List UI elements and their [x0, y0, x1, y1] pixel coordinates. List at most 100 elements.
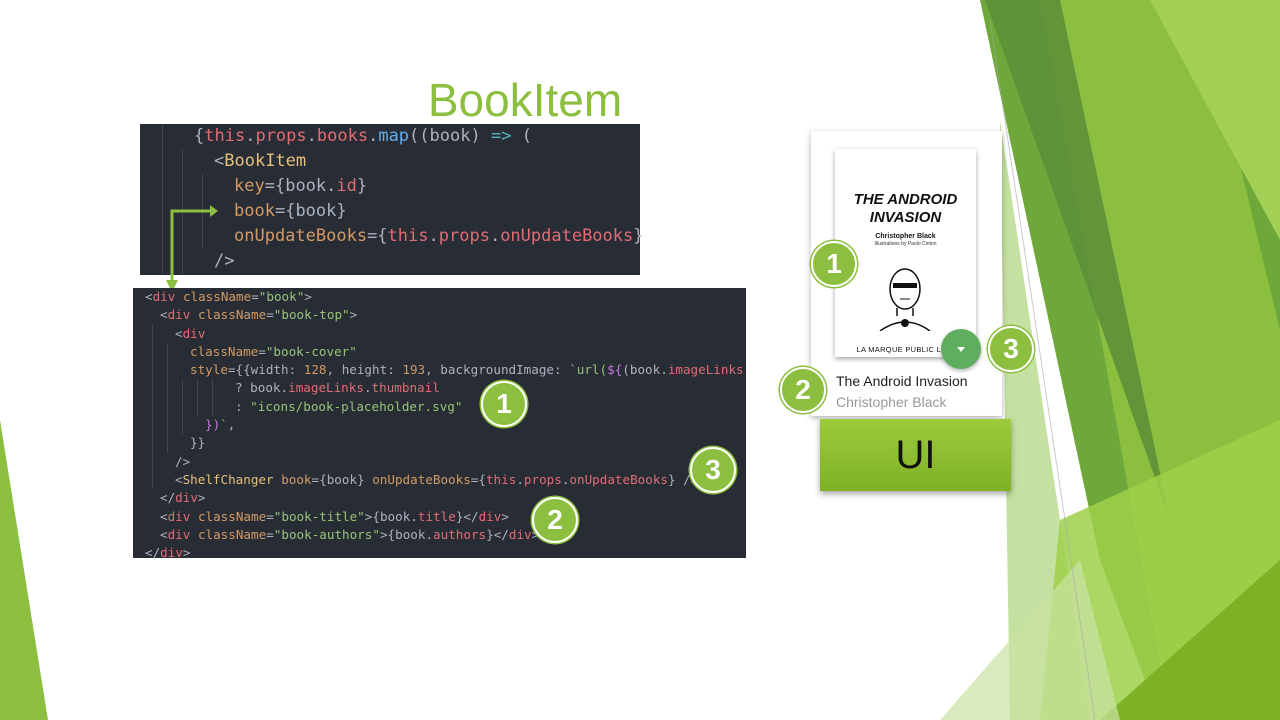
code-token: book — [250, 380, 281, 396]
code-line: {this.props.books.map((book) => ( — [154, 124, 640, 149]
code-token: ={ — [264, 176, 286, 196]
code-token: . — [326, 176, 337, 196]
arrow-icon — [166, 205, 218, 292]
book-cover[interactable]: THE ANDROID INVASION Christopher Black I… — [835, 149, 976, 357]
code-token: div — [182, 325, 206, 341]
code-token: > — [197, 490, 206, 506]
code-token: => — [490, 126, 512, 146]
code-line: className="book-cover" — [145, 342, 746, 362]
code-token: className — [197, 526, 267, 542]
code-token: } — [336, 201, 347, 221]
code-token: . — [660, 362, 668, 378]
code-token: = — [251, 289, 259, 304]
code-token: props — [255, 126, 307, 146]
code-token: props — [438, 226, 490, 246]
code-token: "book-top" — [273, 307, 350, 323]
code-token: height — [341, 362, 388, 378]
badge-3-ui: 3 — [988, 326, 1034, 372]
code-line: </div> — [145, 489, 746, 507]
badge-1: 1 — [481, 381, 527, 427]
code-line: ? book.imageLinks.thumbnail — [145, 379, 746, 398]
code-token: < — [214, 151, 225, 171]
code-token: backgroundImage — [440, 362, 555, 378]
code-line: <div className="book-title">{book.title}… — [145, 508, 746, 526]
code-token: . — [425, 526, 434, 542]
code-token: . — [489, 226, 501, 246]
code-token: BookItem — [224, 151, 307, 171]
book-authors: Christopher Black — [836, 394, 947, 410]
code-token: } — [357, 471, 373, 487]
code-line: key={book.id} — [154, 174, 640, 199]
code-token: < — [160, 307, 168, 323]
code-token: . — [428, 226, 439, 246]
code-token: . — [306, 126, 317, 146]
code-token: { — [194, 126, 205, 146]
code-line: <div className="book-top"> — [145, 306, 746, 324]
code-token: book — [281, 471, 312, 487]
code-token: = — [266, 508, 274, 524]
code-token: title — [417, 508, 456, 524]
code-token: book — [234, 201, 275, 221]
code-token: book — [429, 126, 471, 146]
code-token: . — [280, 380, 289, 396]
code-token: div — [167, 526, 191, 542]
code-token: "book-cover" — [265, 343, 357, 359]
code-token: ` — [220, 417, 228, 433]
badge-1-ui: 1 — [811, 241, 857, 287]
code-token: ={ — [367, 226, 388, 246]
code-token: ={{ — [227, 362, 251, 378]
code-line: book={book} — [154, 199, 640, 224]
code-token: ={ — [470, 471, 486, 487]
code-token: , — [326, 362, 342, 378]
code-token: , — [227, 417, 236, 433]
code-token: >{ — [364, 508, 380, 524]
code-token: ) — [470, 126, 491, 146]
code-token: ( — [622, 362, 630, 378]
code-token: > — [501, 508, 509, 524]
code-token: ( — [511, 126, 532, 146]
code-token: > — [304, 289, 312, 304]
code-token: book — [629, 362, 661, 378]
code-token: this — [387, 226, 429, 246]
code-token: div — [167, 508, 191, 524]
code-token: . — [410, 508, 418, 524]
code-token: } — [356, 176, 368, 196]
code-token: ShelfChanger — [182, 471, 274, 487]
shelf-changer-button[interactable] — [941, 329, 981, 369]
code-token: > — [182, 545, 191, 561]
code-token: className — [197, 307, 267, 323]
code-token: : — [554, 362, 570, 378]
code-token: ={ — [311, 471, 327, 487]
code-line: : "icons/book-placeholder.svg" — [145, 397, 746, 417]
code-token: /> — [175, 453, 191, 469]
code-token: div — [152, 289, 176, 304]
code-token: }</ — [486, 526, 509, 542]
slide-title: BookItem — [427, 74, 623, 126]
code-token: . — [245, 126, 256, 146]
code-line: style={{width: 128, height: 193, backgro… — [145, 361, 746, 380]
code-token: < — [145, 289, 153, 304]
code-token: onUpdateBooks — [234, 226, 368, 246]
code-token: : — [235, 398, 251, 414]
code-line: /> — [145, 452, 746, 471]
code-token: ? — [235, 380, 251, 396]
code-token: = — [258, 343, 266, 359]
book-title: The Android Invasion — [836, 373, 968, 389]
code-line: }} — [145, 434, 746, 453]
code-line: <div — [145, 324, 746, 343]
code-token: thumbnail — [371, 380, 440, 396]
code-line: /> — [154, 249, 640, 274]
code-token: ={ — [274, 201, 296, 221]
code-token: width — [250, 362, 289, 378]
code-token: ${ — [607, 362, 623, 378]
badge-3: 3 — [690, 447, 736, 493]
code-token: >{ — [379, 526, 396, 542]
code-token: books — [316, 126, 369, 146]
code-token: this — [204, 126, 246, 146]
code-token: "icons/book-placeholder.svg" — [250, 398, 463, 414]
code-token: imageLinks — [667, 362, 744, 378]
code-line: })`, — [145, 416, 746, 435]
code-token: }} — [190, 435, 206, 451]
